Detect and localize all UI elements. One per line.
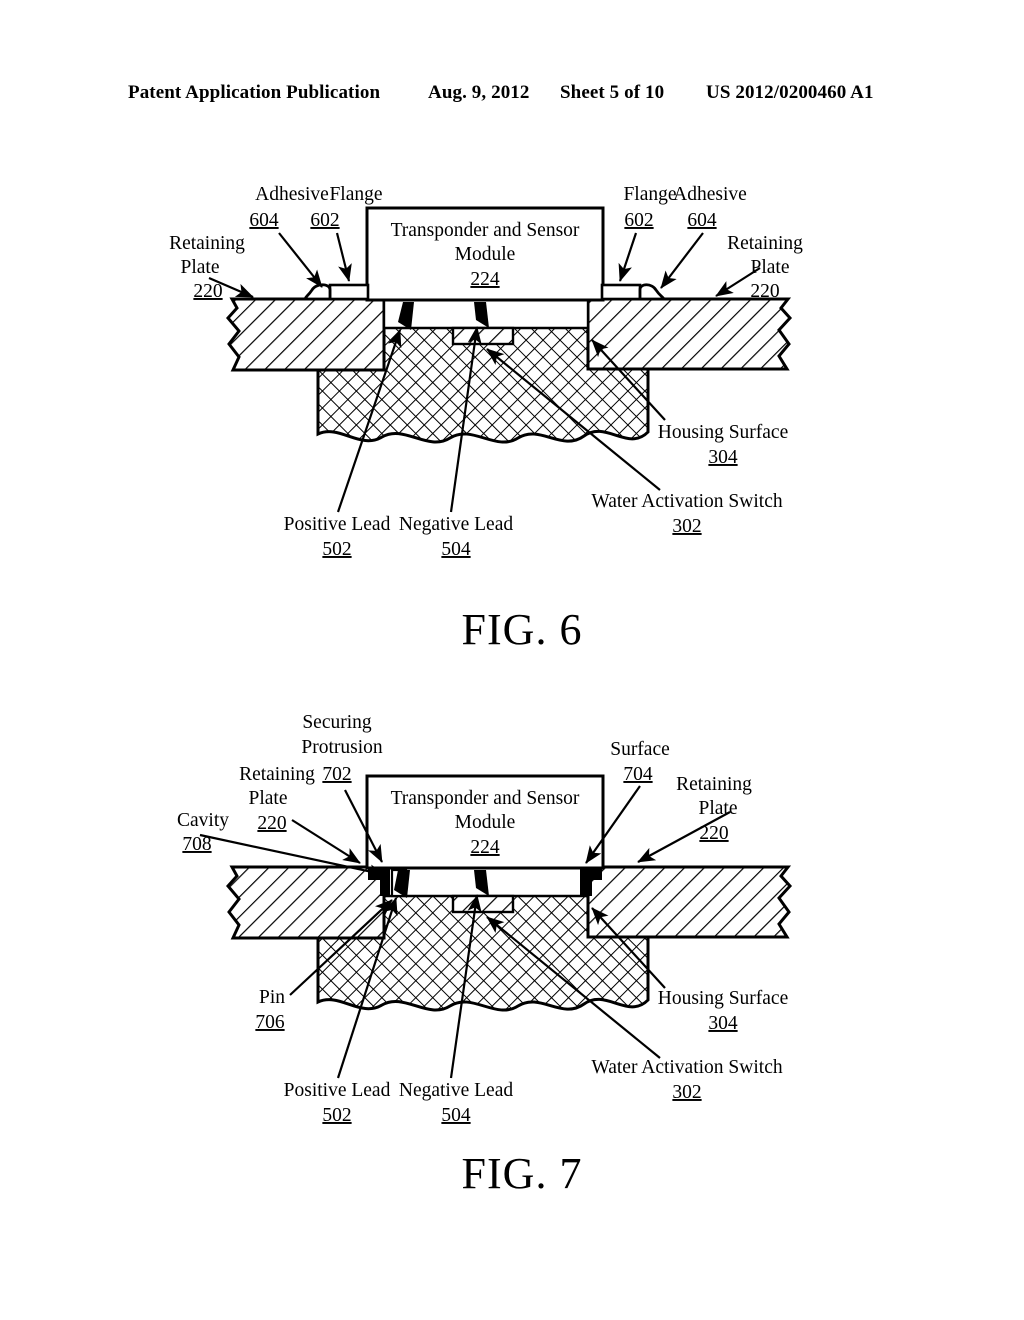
- figure-6-drawing: Transponder and Sensor Module 224 Adhesi…: [169, 184, 803, 560]
- module-line2: Module: [455, 812, 516, 833]
- label-securing-1: Securing: [302, 712, 372, 733]
- label-cavity: Cavity: [177, 810, 229, 831]
- retaining-plate-left-body: [226, 865, 386, 940]
- label-flange-left: Flange: [329, 184, 382, 205]
- figure-6-caption: FIG. 6: [461, 605, 583, 654]
- leader-flange-left: [335, 232, 352, 282]
- patent-page: Patent Application Publication Aug. 9, 2…: [0, 0, 1024, 1320]
- adhesive-right-element: [638, 283, 667, 301]
- ref-302: 302: [672, 1082, 701, 1103]
- transponder-module-box: Transponder and Sensor Module 224: [365, 774, 605, 870]
- leader-adhesive-left: [278, 232, 323, 288]
- label-flange-right: Flange: [623, 184, 676, 205]
- label-retaining-right-1: Retaining: [676, 774, 752, 795]
- ref-304: 304: [708, 1013, 738, 1034]
- label-positive-lead: Positive Lead: [284, 514, 391, 535]
- ref-504: 504: [441, 1105, 471, 1126]
- module-line2: Module: [455, 244, 516, 265]
- label-water-switch: Water Activation Switch: [591, 491, 782, 512]
- retaining-plate-left-body: [226, 297, 386, 372]
- ref-604-right: 604: [687, 210, 717, 231]
- water-activation-switch-element: [451, 326, 515, 346]
- label-housing-surface: Housing Surface: [658, 422, 789, 443]
- adhesive-left-element: [303, 283, 332, 301]
- ref-604-left: 604: [249, 210, 279, 231]
- ref-504: 504: [441, 539, 471, 560]
- label-retaining-right-2: Plate: [751, 257, 790, 278]
- ref-702: 702: [322, 764, 351, 785]
- flange-right-element: [600, 283, 642, 301]
- module-ref: 224: [470, 269, 500, 290]
- label-retaining-left-2: Plate: [249, 788, 288, 809]
- label-retaining-right-2: Plate: [699, 798, 738, 819]
- label-water-switch: Water Activation Switch: [591, 1057, 782, 1078]
- module-line1: Transponder and Sensor: [391, 220, 580, 241]
- leader-adhesive-right: [660, 232, 704, 289]
- label-retaining-left-2: Plate: [181, 257, 220, 278]
- retaining-plate-right-body: [586, 865, 793, 939]
- ref-220-right: 220: [750, 281, 779, 302]
- label-retaining-left-1: Retaining: [239, 764, 315, 785]
- figure-7-caption: FIG. 7: [461, 1149, 583, 1198]
- label-retaining-right-1: Retaining: [727, 233, 803, 254]
- label-negative-lead: Negative Lead: [399, 1080, 513, 1101]
- ref-304: 304: [708, 447, 738, 468]
- ref-220-left: 220: [193, 281, 222, 302]
- label-surface: Surface: [610, 739, 670, 760]
- ref-704: 704: [623, 764, 653, 785]
- ref-602-right: 602: [624, 210, 653, 231]
- ref-502: 502: [322, 1105, 351, 1126]
- ref-708: 708: [182, 834, 211, 855]
- module-ref: 224: [470, 837, 500, 858]
- label-positive-lead: Positive Lead: [284, 1080, 391, 1101]
- label-securing-2: Protrusion: [301, 737, 383, 758]
- ref-502: 502: [322, 539, 351, 560]
- label-pin: Pin: [259, 987, 285, 1008]
- leader-flange-right: [618, 232, 638, 282]
- ref-302: 302: [672, 516, 701, 537]
- ref-706: 706: [255, 1012, 285, 1033]
- label-adhesive-left: Adhesive: [255, 184, 329, 205]
- ref-220-right: 220: [699, 823, 728, 844]
- flange-left-element: [328, 283, 370, 301]
- transponder-module-box: Transponder and Sensor Module 224: [365, 206, 605, 302]
- module-line1: Transponder and Sensor: [391, 788, 580, 809]
- label-retaining-left-1: Retaining: [169, 233, 245, 254]
- label-housing-surface: Housing Surface: [658, 988, 789, 1009]
- ref-602-left: 602: [310, 210, 339, 231]
- water-activation-switch-element: [451, 894, 515, 914]
- label-negative-lead: Negative Lead: [399, 514, 513, 535]
- label-adhesive-right: Adhesive: [673, 184, 747, 205]
- ref-220-left: 220: [257, 813, 286, 834]
- retaining-plate-right-body: [586, 297, 793, 371]
